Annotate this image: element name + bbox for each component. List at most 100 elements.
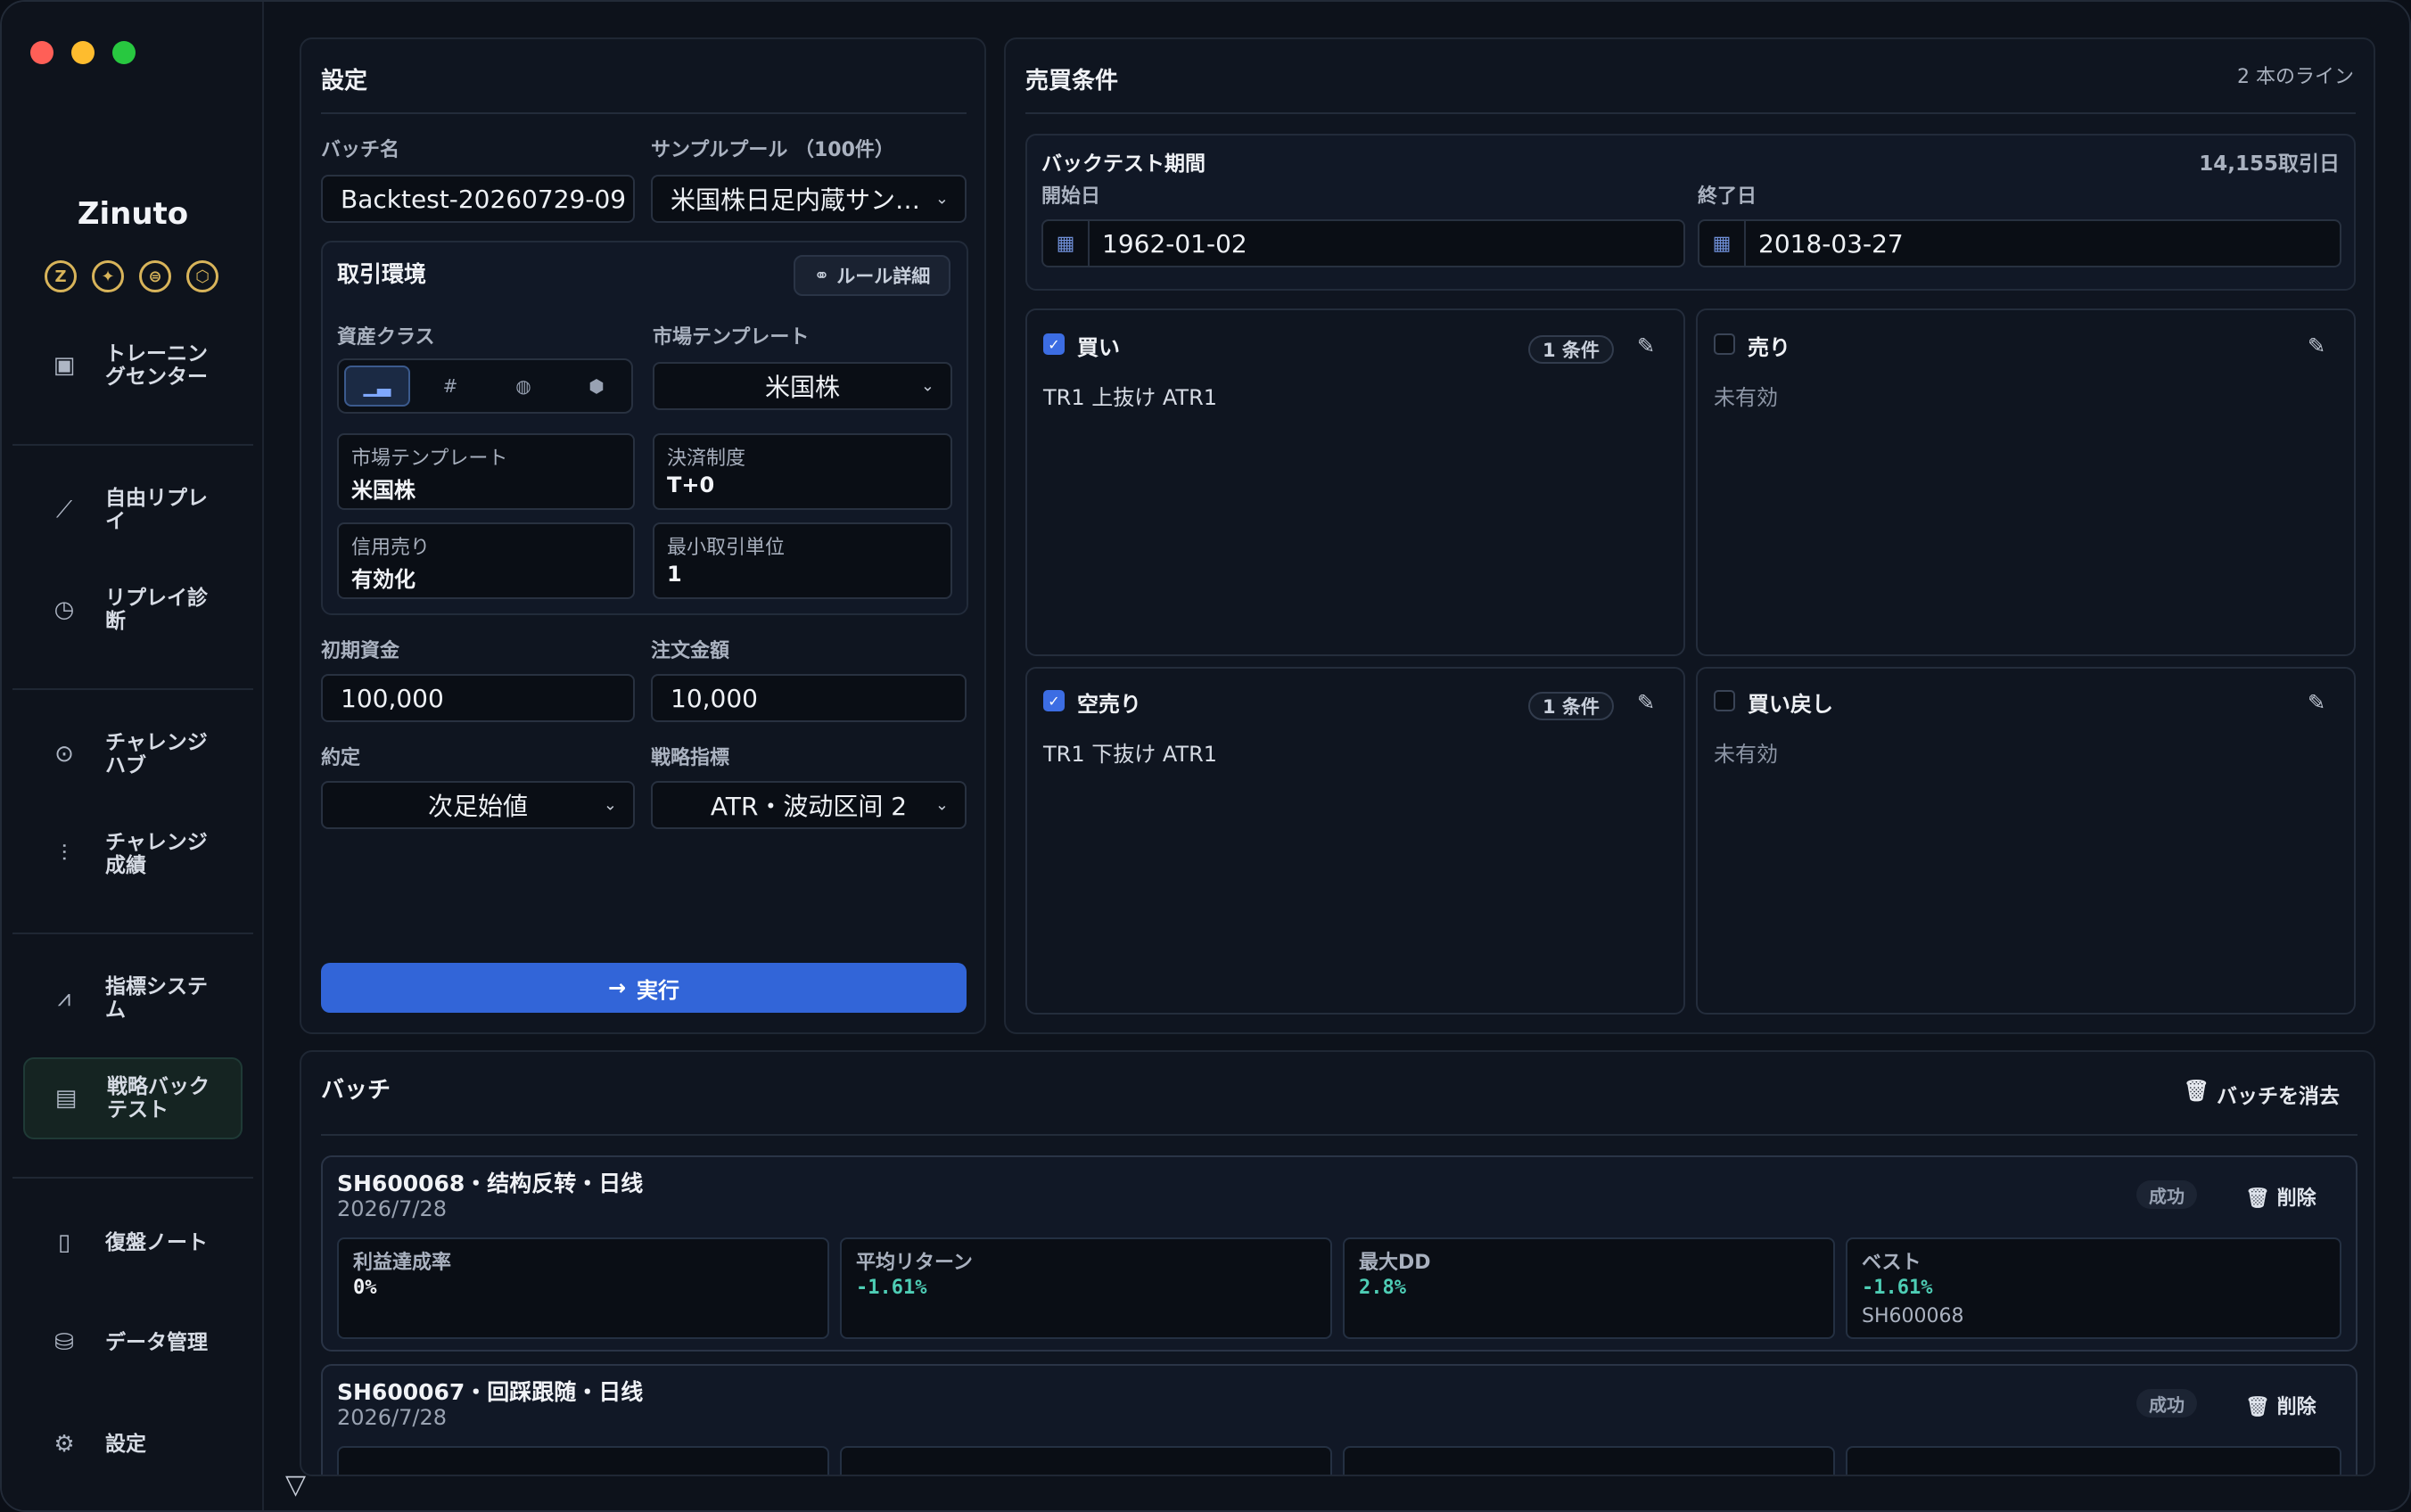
asset-globe-icon[interactable]: ◍ — [490, 366, 556, 407]
divider — [1025, 112, 2356, 114]
order-amount-input[interactable]: 10,000 — [651, 674, 967, 722]
sidebar-divider — [12, 933, 253, 934]
sidebar-item-data-management[interactable]: ⛁ データ管理 — [23, 1302, 243, 1384]
strategy-select[interactable]: ATR・波动区间 2 ⌄ — [651, 781, 967, 829]
delete-batch-button[interactable]: 🗑 削除 — [2245, 1391, 2316, 1419]
sidebar-item-challenge-results[interactable]: ⫶ チャレンジ成績 — [23, 813, 243, 895]
sidebar-item-label: 指標システム — [105, 975, 208, 1022]
short-checkbox[interactable]: ✓ — [1043, 690, 1065, 711]
badge-star-icon: ✦ — [92, 260, 124, 292]
info-value: 米国株 — [351, 478, 416, 503]
asset-hex-icon[interactable]: ⬢ — [564, 366, 629, 407]
rule-card-buy[interactable]: ✓ 買い 1 条件 ✎ TR1 上抜け ATR1 — [1025, 308, 1685, 656]
sidebar-item-free-replay[interactable]: ⟋ 自由リプレイ — [23, 469, 243, 551]
rule-card-short[interactable]: ✓ 空売り 1 条件 ✎ TR1 下抜け ATR1 — [1025, 667, 1685, 1015]
run-button[interactable]: → 実行 — [321, 963, 967, 1013]
sidebar-item-review-notes[interactable]: ▯ 復盤ノート — [23, 1202, 243, 1284]
line-count: 2 本のライン — [2237, 66, 2354, 88]
market-template-select[interactable]: 米国株 ⌄ — [653, 362, 952, 410]
sample-pool-label: サンプルプール （100件） — [651, 139, 894, 161]
order-amount-label: 注文金額 — [651, 640, 730, 662]
trading-conditions-panel: 売買条件 2 本のライン バックテスト期間 14,155取引日 開始日 ▦ 19… — [1004, 37, 2375, 1034]
buy-checkbox[interactable]: ✓ — [1043, 333, 1065, 355]
rule-card-body: TR1 上抜け ATR1 — [1043, 385, 1218, 410]
delete-label: 削除 — [2276, 1187, 2316, 1210]
sidebar-item-strategy-backtest[interactable]: ▤ 戦略バックテスト — [23, 1057, 243, 1139]
rule-card-cover[interactable]: 買い戻し ✎ 未有効 — [1696, 667, 2356, 1015]
sidebar-item-label: チャレンジ成績 — [105, 831, 208, 877]
cover-checkbox[interactable] — [1714, 690, 1735, 711]
metric-value: -1.61% — [1862, 1277, 1933, 1299]
brand-icons: Z ✦ ⊜ ⬡ — [45, 260, 218, 292]
edit-pencil-icon[interactable]: ✎ — [1637, 690, 1655, 715]
batch-name-label: バッチ名 — [321, 139, 400, 161]
condition-count-pill: 1 条件 — [1528, 692, 1614, 720]
minimize-window-button[interactable] — [71, 41, 95, 64]
end-date-label: 終了日 — [1698, 185, 1757, 208]
initial-capital-input[interactable]: 100,000 — [321, 674, 635, 722]
status-badge: 成功 — [2136, 1389, 2197, 1418]
fill-label: 約定 — [321, 747, 361, 769]
sidebar-item-label: 復盤ノート — [105, 1231, 208, 1254]
batch-item-title: SH600067・回踩跟随・日线 — [337, 1379, 644, 1405]
trading-environment-title: 取引環境 — [337, 261, 427, 287]
asset-stock-icon[interactable]: ▁▃ — [344, 366, 410, 407]
close-window-button[interactable] — [30, 41, 53, 64]
app-name: Zinuto — [77, 196, 189, 232]
chart-box-icon: ▣ — [53, 352, 76, 379]
backtest-period-box: バックテスト期間 14,155取引日 開始日 ▦ 1962-01-02 終了日 … — [1025, 134, 2356, 291]
maximize-window-button[interactable] — [112, 41, 136, 64]
rule-details-button[interactable]: ⚭ ルール詳細 — [794, 255, 950, 296]
fill-select[interactable]: 次足始値 ⌄ — [321, 781, 635, 829]
delete-batch-button[interactable]: 🗑 削除 — [2245, 1182, 2316, 1211]
sample-pool-select[interactable]: 米国株日足内蔵サン… ⌄ — [651, 175, 967, 223]
app-window: Zinuto Z ✦ ⊜ ⬡ ▣ トレーニングセンター ⟋ 自由リプレイ ◷ リ… — [0, 0, 2411, 1512]
badge-coin-icon: ⊜ — [139, 260, 171, 292]
info-short-selling: 信用売り 有効化 — [337, 522, 635, 599]
market-template-label: 市場テンプレート — [653, 326, 810, 349]
clear-batch-label: バッチを消去 — [2217, 1085, 2340, 1108]
batch-item[interactable]: SH600067・回踩跟随・日线 2026/7/28 成功 🗑 削除 — [321, 1364, 2358, 1475]
rule-card-title: 買い — [1077, 335, 1120, 360]
calendar-icon: ▦ — [1699, 221, 1746, 266]
edit-pencil-icon[interactable]: ✎ — [2308, 690, 2325, 715]
filter-icon[interactable]: ▽ — [285, 1469, 306, 1500]
run-label: 実行 — [637, 977, 680, 1003]
asset-hash-icon[interactable]: # — [417, 366, 483, 407]
rule-card-sell[interactable]: 売り ✎ 未有効 — [1696, 308, 2356, 656]
batch-name-input[interactable]: Backtest-20260729-09 — [321, 175, 635, 223]
sell-checkbox[interactable] — [1714, 333, 1735, 355]
trend-icon: ⟋ — [55, 496, 73, 523]
sidebar-item-label: トレーニングセンター — [105, 342, 208, 389]
start-date-input[interactable]: ▦ 1962-01-02 — [1041, 219, 1685, 267]
document-icon: ▯ — [57, 1229, 71, 1256]
sidebar-item-settings[interactable]: ⚙ 設定 — [23, 1403, 243, 1485]
info-min-lot: 最小取引単位 1 — [653, 522, 952, 599]
edit-pencil-icon[interactable]: ✎ — [1637, 333, 1655, 358]
sidebar-item-label: データ管理 — [105, 1331, 208, 1354]
badge-hex-icon: ⬡ — [186, 260, 218, 292]
edit-pencil-icon[interactable]: ✎ — [2308, 333, 2325, 358]
clear-batch-button[interactable]: 🗑 バッチを消去 — [2184, 1079, 2340, 1109]
strategy-value: ATR・波动区间 2 — [710, 792, 908, 821]
sidebar-item-training-center[interactable]: ▣ トレーニングセンター — [23, 325, 243, 407]
sidebar-item-indicator-system[interactable]: ⩘ 指標システム — [23, 957, 243, 1040]
metric-label: 利益達成率 — [353, 1252, 452, 1274]
info-key: 信用売り — [351, 537, 431, 559]
sidebar-divider — [12, 444, 253, 446]
sidebar-item-challenge-hub[interactable]: ⊙ チャレンジハブ — [23, 713, 243, 795]
sidebar-item-replay-diagnosis[interactable]: ◷ リプレイ診断 — [23, 569, 243, 651]
trash-icon: 🗑 — [2245, 1396, 2270, 1418]
batch-item-date: 2026/7/28 — [337, 1405, 448, 1430]
batch-item-title: SH600068・结构反转・日线 — [337, 1171, 644, 1196]
divider — [321, 1134, 2358, 1136]
rule-card-title: 買い戻し — [1748, 692, 1833, 717]
rule-card-title: 空売り — [1077, 692, 1141, 717]
end-date-input[interactable]: ▦ 2018-03-27 — [1698, 219, 2341, 267]
market-template-value: 米国株 — [764, 373, 840, 402]
arrow-right-icon: → — [607, 975, 627, 1000]
status-badge: 成功 — [2136, 1180, 2197, 1209]
batch-panel: バッチ 🗑 バッチを消去 SH600068・结构反转・日线 2026/7/28 … — [300, 1050, 2375, 1476]
sidebar-item-label: リプレイ診断 — [105, 587, 208, 633]
batch-item[interactable]: SH600068・结构反转・日线 2026/7/28 成功 🗑 削除 利益達成率… — [321, 1155, 2358, 1352]
